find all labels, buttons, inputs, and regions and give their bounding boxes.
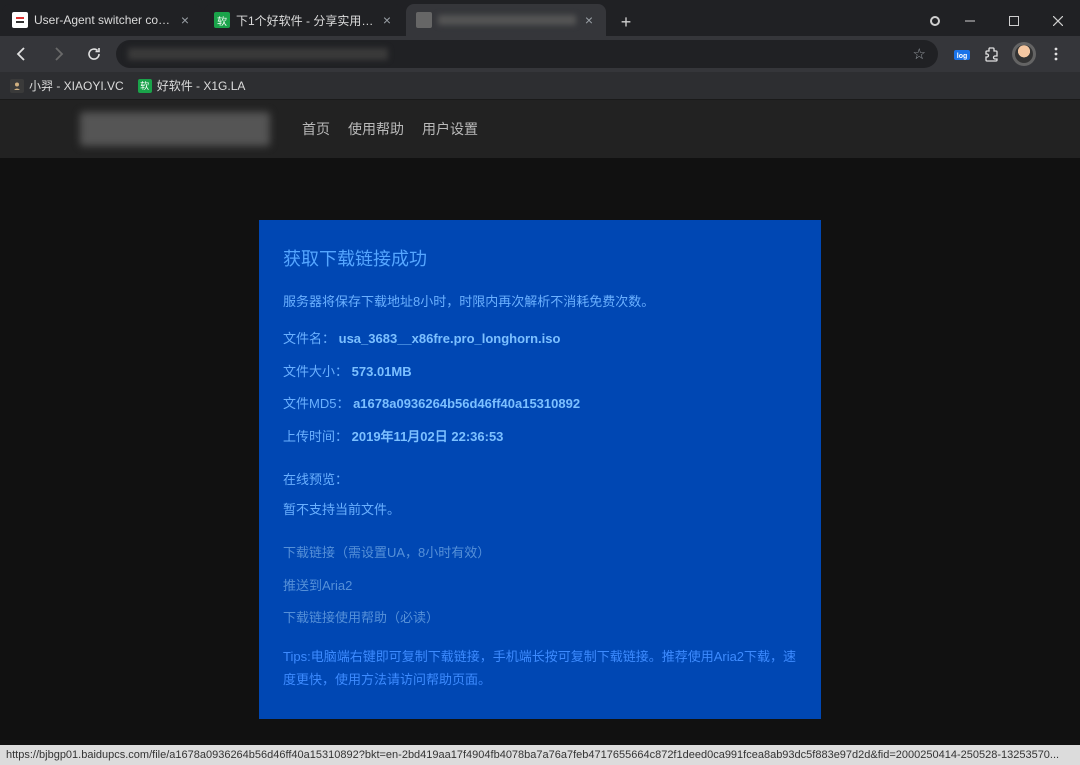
result-card: 获取下载链接成功 服务器将保存下载地址8小时，时限内再次解析不消耗免费次数。 文… — [259, 220, 821, 719]
filename-row: 文件名： usa_3683__x86fre.pro_longhorn.iso — [283, 327, 797, 352]
upload-label: 上传时间： — [283, 429, 348, 444]
close-window-button[interactable] — [1036, 6, 1080, 36]
download-link[interactable]: 下载链接（需设置UA，8小时有效） — [283, 541, 797, 566]
preview-msg: 暂不支持当前文件。 — [283, 498, 797, 523]
svg-text:log: log — [957, 53, 968, 60]
maximize-button[interactable] — [992, 6, 1036, 36]
notice-text: 服务器将保存下载地址8小时，时限内再次解析不消耗免费次数。 — [283, 290, 797, 315]
close-icon[interactable]: × — [380, 13, 394, 27]
url-blurred — [128, 48, 388, 60]
site-logo-blurred — [80, 112, 270, 146]
page-viewport: 首页 使用帮助 用户设置 获取下载链接成功 服务器将保存下载地址8小时，时限内再… — [0, 100, 1080, 745]
favicon-generic — [416, 12, 432, 28]
toolbar: ☆ log — [0, 36, 1080, 72]
tab-title-blurred — [438, 15, 576, 25]
md5-value: a1678a0936264b56d46ff40a15310892 — [353, 396, 580, 411]
minimize-button[interactable] — [948, 6, 992, 36]
window-controls — [930, 6, 1080, 36]
md5-label: 文件MD5： — [283, 396, 349, 411]
help-link[interactable]: 下载链接使用帮助（必读） — [283, 606, 797, 631]
address-bar[interactable]: ☆ — [116, 40, 938, 68]
upload-value: 2019年11月02日 22:36:53 — [352, 429, 504, 444]
profile-avatar[interactable] — [1012, 42, 1036, 66]
bookmark-icon: 软 — [138, 79, 152, 93]
site-header: 首页 使用帮助 用户设置 — [0, 100, 1080, 158]
tab-title: User-Agent switcher configura — [34, 13, 172, 27]
bookmarks-bar: 小羿 - XIAOYI.VC 软 好软件 - X1G.LA — [0, 72, 1080, 100]
bookmark-xiaoyi[interactable]: 小羿 - XIAOYI.VC — [10, 77, 124, 94]
profile-indicator-icon[interactable] — [930, 16, 940, 26]
tab-1[interactable]: 软 下1个好软件 - 分享实用好玩有趣 × — [204, 4, 404, 36]
bookmark-icon — [10, 79, 24, 93]
filename-value: usa_3683__x86fre.pro_longhorn.iso — [339, 331, 561, 346]
preview-label: 在线预览： — [283, 468, 797, 493]
extension-area: log — [946, 42, 1072, 66]
browser-window: User-Agent switcher configura × 软 下1个好软件… — [0, 0, 1080, 765]
nav-settings[interactable]: 用户设置 — [422, 119, 478, 139]
filename-label: 文件名： — [283, 331, 335, 346]
upload-row: 上传时间： 2019年11月02日 22:36:53 — [283, 425, 797, 450]
favicon-x1g: 软 — [214, 12, 230, 28]
extension-log-icon[interactable]: log — [952, 44, 972, 64]
filesize-row: 文件大小： 573.01MB — [283, 360, 797, 385]
md5-row: 文件MD5： a1678a0936264b56d46ff40a15310892 — [283, 392, 797, 417]
nav-home[interactable]: 首页 — [302, 119, 330, 139]
bookmark-label: 小羿 - XIAOYI.VC — [29, 77, 124, 94]
tab-2-active[interactable]: × — [406, 4, 606, 36]
close-icon[interactable]: × — [178, 13, 192, 27]
status-bar: https://bjbgp01.baidupcs.com/file/a1678a… — [0, 745, 1080, 765]
favicon-ua-switcher — [12, 12, 28, 28]
back-button[interactable] — [8, 40, 36, 68]
status-url: https://bjbgp01.baidupcs.com/file/a1678a… — [6, 749, 1059, 761]
extensions-puzzle-icon[interactable] — [982, 44, 1002, 64]
menu-button[interactable] — [1046, 44, 1066, 64]
bookmark-label: 好软件 - X1G.LA — [157, 77, 246, 94]
forward-button[interactable] — [44, 40, 72, 68]
filesize-label: 文件大小： — [283, 364, 348, 379]
bookmark-star-icon[interactable]: ☆ — [913, 45, 926, 63]
card-title: 获取下载链接成功 — [283, 242, 797, 276]
page-body: 获取下载链接成功 服务器将保存下载地址8小时，时限内再次解析不消耗免费次数。 文… — [0, 158, 1080, 745]
nav-help[interactable]: 使用帮助 — [348, 119, 404, 139]
tab-0[interactable]: User-Agent switcher configura × — [2, 4, 202, 36]
push-aria2-link[interactable]: 推送到Aria2 — [283, 574, 797, 599]
new-tab-button[interactable]: + — [612, 8, 640, 36]
tips-text: Tips:电脑端右键即可复制下载链接，手机端长按可复制下载链接。推荐使用Aria… — [283, 645, 797, 692]
tab-strip: User-Agent switcher configura × 软 下1个好软件… — [0, 0, 1080, 36]
reload-button[interactable] — [80, 40, 108, 68]
tab-title: 下1个好软件 - 分享实用好玩有趣 — [236, 12, 374, 29]
bookmark-x1g[interactable]: 软 好软件 - X1G.LA — [138, 77, 246, 94]
filesize-value: 573.01MB — [352, 364, 412, 379]
close-icon[interactable]: × — [582, 13, 596, 27]
